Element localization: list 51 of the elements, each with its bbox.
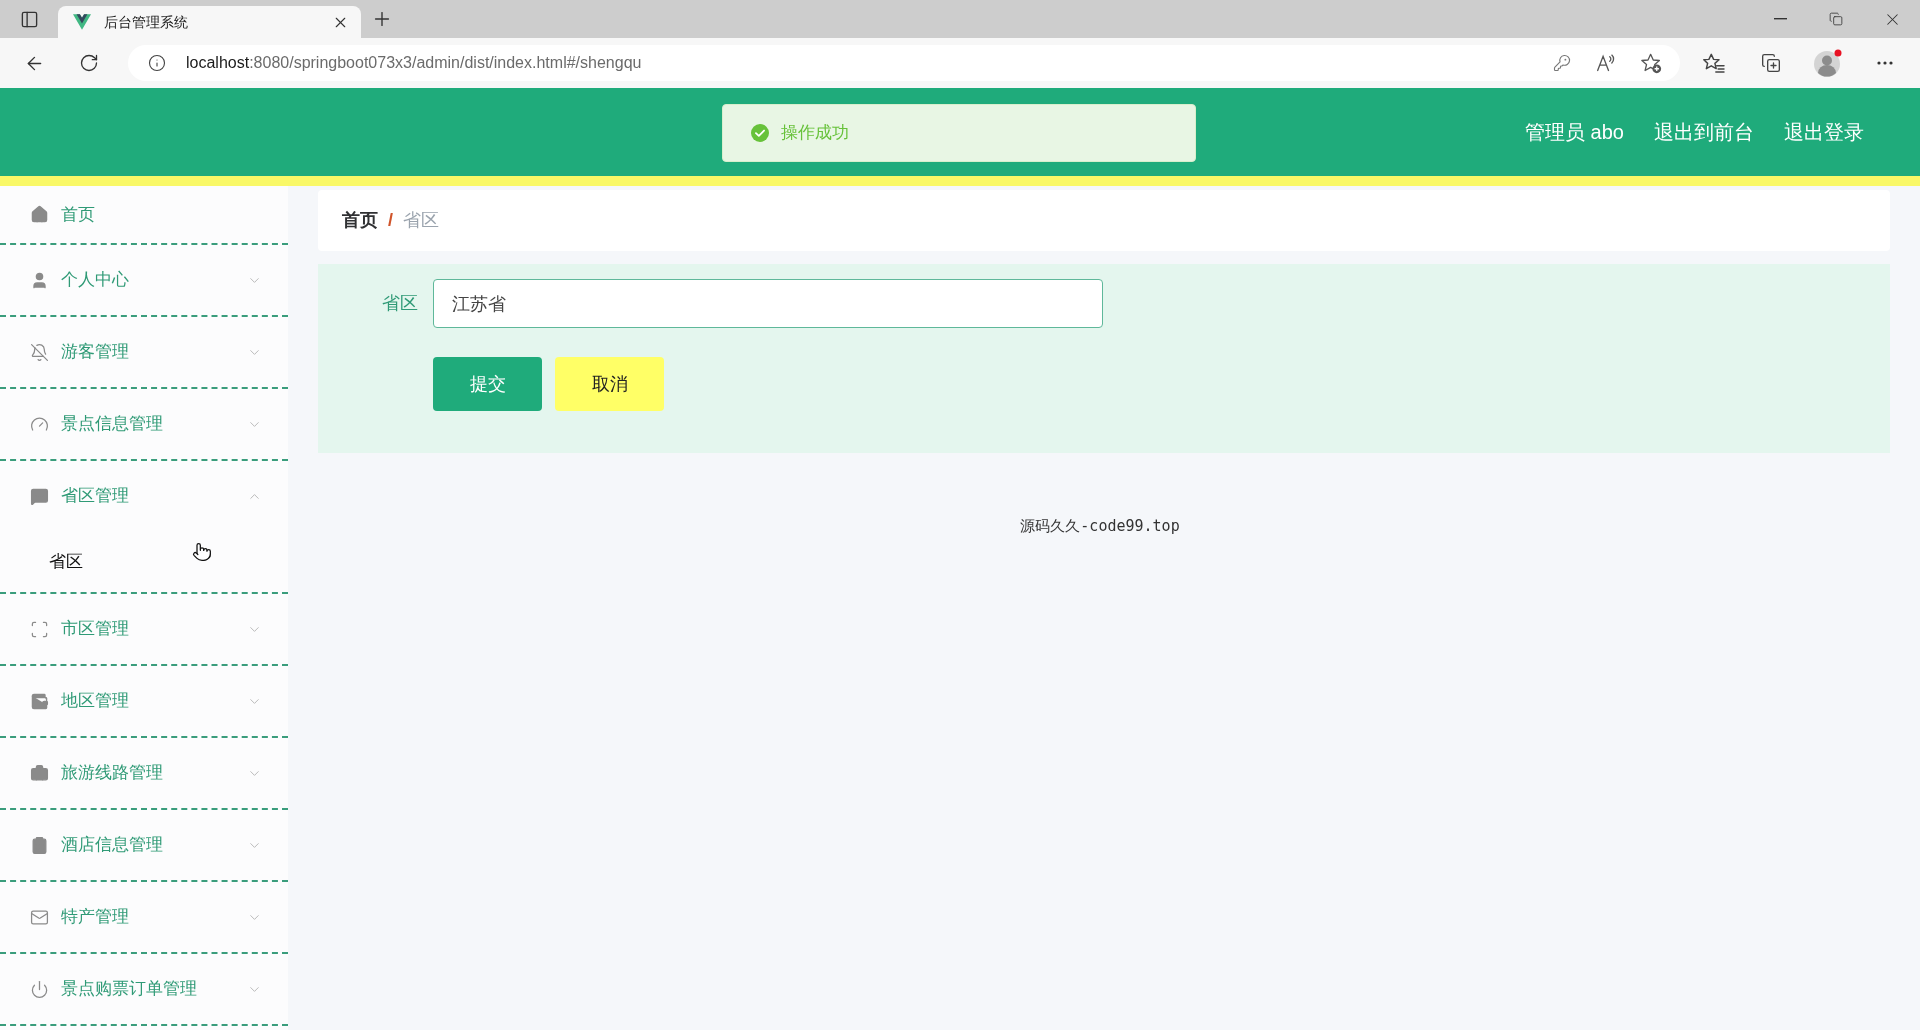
footer-text: 源码久久-code99.top	[1020, 516, 1180, 537]
refresh-icon	[79, 53, 99, 73]
check-circle-icon	[751, 124, 769, 142]
header-link[interactable]: 退出到前台	[1654, 117, 1754, 147]
briefcase-icon	[30, 763, 49, 783]
bell-off-icon	[30, 342, 49, 362]
submenu-item[interactable]: 省区	[0, 531, 288, 592]
more-icon	[1877, 61, 1893, 65]
favorites-icon[interactable]	[1703, 53, 1725, 73]
tab-actions-icon[interactable]	[19, 9, 39, 29]
browser-tab[interactable]: 后台管理系统	[58, 6, 361, 38]
menu-item[interactable]: 地区管理	[0, 666, 288, 736]
menu-item[interactable]: 酒店信息管理	[0, 810, 288, 880]
toast-message: 操作成功	[781, 122, 849, 145]
minimize-icon	[1773, 18, 1787, 20]
clipboard-icon	[30, 835, 49, 855]
cancel-button[interactable]: 取消	[555, 357, 664, 411]
menu-item[interactable]: 个人中心	[0, 245, 288, 315]
restore-icon	[1829, 12, 1843, 26]
menu-item[interactable]: 市区管理	[0, 594, 288, 664]
hand-cursor-icon	[192, 542, 212, 562]
tab-title: 后台管理系统	[104, 12, 188, 32]
url-text: localhost:8080/springboot073x3/admin/dist/index.html#/shengqu	[186, 53, 642, 73]
menu-item[interactable]: 首页	[0, 186, 288, 243]
wallet-icon	[30, 691, 49, 711]
collections-icon	[1761, 53, 1781, 73]
user-icon	[30, 270, 49, 290]
province-input[interactable]: 江苏省	[433, 279, 1103, 328]
menu-item[interactable]: 景点信息管理	[0, 389, 288, 459]
star-add-icon[interactable]	[1641, 52, 1662, 74]
info-icon[interactable]	[148, 54, 166, 72]
menu-item[interactable]: 旅游线路管理	[0, 738, 288, 808]
address-bar[interactable]: localhost:8080/springboot073x3/admin/dist/index.html#/shengqu	[128, 45, 1680, 81]
home-icon	[30, 205, 49, 224]
field-label: 省区	[381, 292, 418, 315]
submit-button[interactable]: 提交	[433, 357, 542, 411]
chat-bubble-icon	[30, 486, 49, 506]
menu-item[interactable]: 特产管理	[0, 882, 288, 952]
key-icon[interactable]	[1553, 54, 1571, 72]
v-logo-icon	[73, 14, 91, 30]
menu-item[interactable]: 景点购票订单管理	[0, 954, 288, 1024]
menu-item[interactable]: 省区管理	[0, 461, 288, 531]
header-link[interactable]: 退出登录	[1784, 117, 1864, 147]
menu-item[interactable]: 游客管理	[0, 317, 288, 387]
breadcrumb-current: 省区	[403, 209, 439, 232]
read-aloud-icon[interactable]	[1596, 53, 1616, 73]
scan-frame-icon	[30, 619, 49, 639]
header-link[interactable]: 管理员 abo	[1525, 117, 1624, 147]
breadcrumb-separator: /	[388, 209, 393, 232]
breadcrumb-link[interactable]: 首页	[342, 207, 378, 234]
power-icon	[30, 979, 49, 999]
